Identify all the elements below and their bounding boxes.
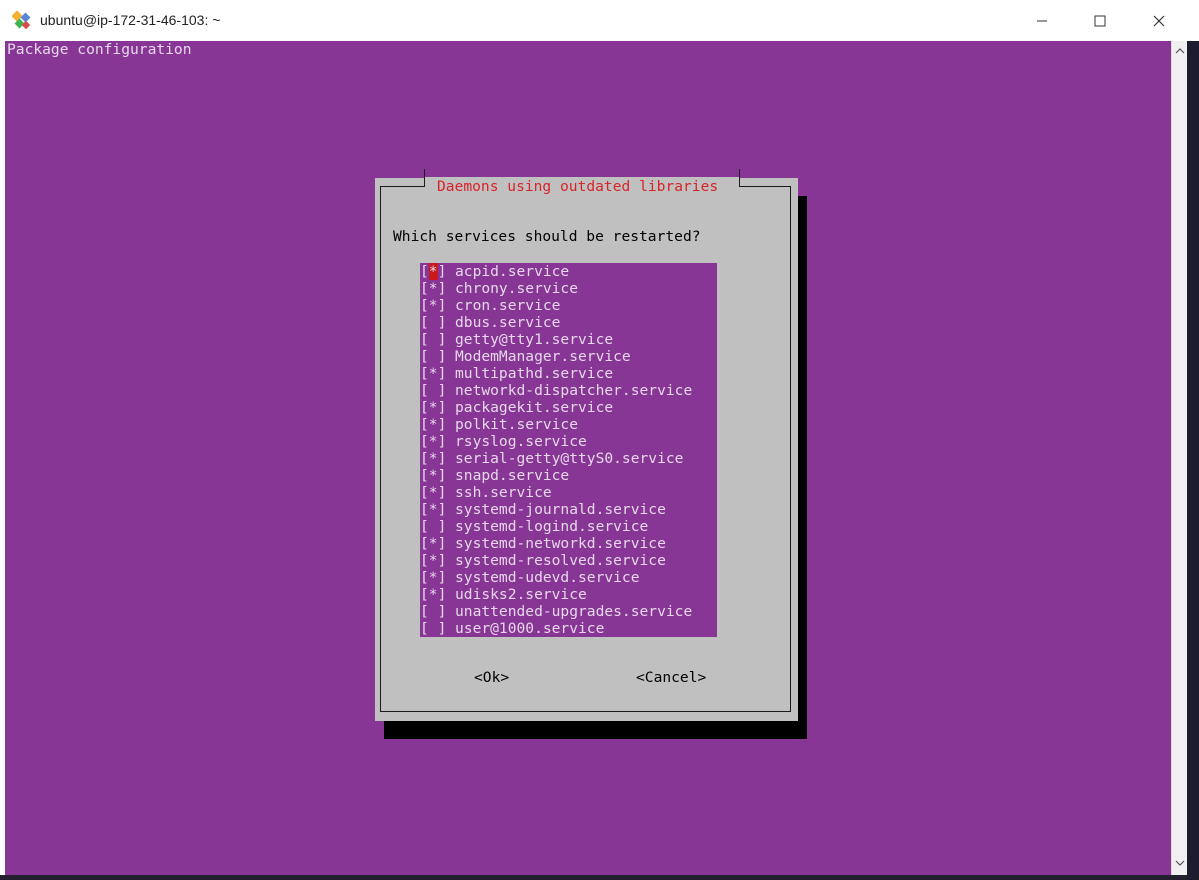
service-checkbox[interactable]: [*]: [420, 484, 446, 501]
service-row[interactable]: [ ] networkd-dispatcher.service: [420, 382, 692, 399]
service-row[interactable]: [*] snapd.service: [420, 467, 569, 484]
service-row[interactable]: [ ] user@1000.service: [420, 620, 604, 637]
service-row[interactable]: [*] systemd-journald.service: [420, 501, 666, 518]
service-name: systemd-journald.service: [455, 501, 666, 518]
service-checkbox[interactable]: [ ]: [420, 620, 446, 637]
service-name: multipathd.service: [455, 365, 614, 382]
service-name: ssh.service: [455, 484, 552, 501]
service-row[interactable]: [*] systemd-networkd.service: [420, 535, 666, 552]
service-row[interactable]: [ ] ModemManager.service: [420, 348, 631, 365]
dialog-question: Which services should be restarted?: [393, 228, 701, 245]
service-name: packagekit.service: [455, 399, 614, 416]
service-checkbox[interactable]: [*]: [420, 467, 446, 484]
service-checkbox[interactable]: [*]: [420, 552, 446, 569]
service-checkbox[interactable]: [*]: [420, 586, 446, 603]
service-checkbox[interactable]: [*]: [420, 535, 446, 552]
service-name: getty@tty1.service: [455, 331, 614, 348]
service-checkbox[interactable]: [ ]: [420, 314, 446, 331]
service-checkbox[interactable]: [*]: [420, 399, 446, 416]
service-row[interactable]: [ ] systemd-logind.service: [420, 518, 648, 535]
service-checkbox[interactable]: [*]: [420, 569, 446, 586]
title-bar[interactable]: ubuntu@ip-172-31-46-103: ~: [0, 0, 1199, 41]
service-row[interactable]: [ ] unattended-upgrades.service: [420, 603, 692, 620]
service-row[interactable]: [*] ssh.service: [420, 484, 552, 501]
service-checkbox[interactable]: [*]: [420, 501, 446, 518]
service-name: dbus.service: [455, 314, 561, 331]
desktop-edge-right: [1187, 41, 1199, 880]
desktop-edge-bottom: [0, 875, 1187, 880]
service-checkbox[interactable]: [ ]: [420, 382, 446, 399]
service-name: systemd-logind.service: [455, 518, 649, 535]
service-name: snapd.service: [455, 467, 570, 484]
service-checkbox[interactable]: [*]: [420, 263, 446, 280]
service-row[interactable]: [*] cron.service: [420, 297, 560, 314]
service-checkbox[interactable]: [*]: [420, 297, 446, 314]
close-icon: [1153, 15, 1165, 26]
service-checkbox[interactable]: [ ]: [420, 603, 446, 620]
service-name: chrony.service: [455, 280, 579, 297]
putty-icon[interactable]: [12, 11, 34, 31]
cursor-highlight: *: [428, 263, 438, 280]
service-checkbox[interactable]: [ ]: [420, 331, 446, 348]
service-row[interactable]: [*] multipathd.service: [420, 365, 613, 382]
service-name: systemd-networkd.service: [455, 535, 666, 552]
service-checkbox[interactable]: [*]: [420, 365, 446, 382]
service-row[interactable]: [*] serial-getty@ttyS0.service: [420, 450, 683, 467]
minimize-icon: [1037, 20, 1047, 21]
package-configuration-header: Package configuration: [7, 41, 192, 58]
service-name: serial-getty@ttyS0.service: [455, 450, 684, 467]
services-checklist[interactable]: [*] acpid.service [*] chrony.service [*] cron…: [420, 263, 717, 637]
service-name: ModemManager.service: [455, 348, 631, 365]
scroll-down-icon[interactable]: [1175, 859, 1185, 867]
service-name: cron.service: [455, 297, 561, 314]
close-button[interactable]: [1136, 0, 1182, 41]
restart-services-dialog: Daemons using outdated libraries Which s…: [375, 169, 798, 721]
service-row[interactable]: [ ] dbus.service: [420, 314, 560, 331]
service-checkbox[interactable]: [ ]: [420, 518, 446, 535]
service-name: unattended-upgrades.service: [455, 603, 693, 620]
service-row[interactable]: [*] systemd-udevd.service: [420, 569, 640, 586]
service-name: networkd-dispatcher.service: [455, 382, 693, 399]
service-checkbox[interactable]: [ ]: [420, 348, 446, 365]
service-checkbox[interactable]: [*]: [420, 416, 446, 433]
cancel-button[interactable]: <Cancel>: [636, 669, 706, 686]
service-checkbox[interactable]: [*]: [420, 433, 446, 450]
window-title: ubuntu@ip-172-31-46-103: ~: [40, 12, 221, 28]
service-row[interactable]: [*] acpid.service: [420, 263, 569, 280]
maximize-button[interactable]: [1077, 0, 1123, 41]
service-name: rsyslog.service: [455, 433, 587, 450]
service-name: acpid.service: [455, 263, 570, 280]
service-row[interactable]: [*] packagekit.service: [420, 399, 613, 416]
service-row[interactable]: [*] rsyslog.service: [420, 433, 587, 450]
service-name: udisks2.service: [455, 586, 587, 603]
service-name: systemd-udevd.service: [455, 569, 640, 586]
service-checkbox[interactable]: [*]: [420, 450, 446, 467]
vertical-scrollbar[interactable]: [1171, 41, 1188, 875]
service-name: systemd-resolved.service: [455, 552, 666, 569]
service-row[interactable]: [*] systemd-resolved.service: [420, 552, 666, 569]
service-name: polkit.service: [455, 416, 579, 433]
ok-button[interactable]: <Ok>: [474, 669, 509, 686]
service-row[interactable]: [*] chrony.service: [420, 280, 578, 297]
service-checkbox[interactable]: [*]: [420, 280, 446, 297]
service-row[interactable]: [ ] getty@tty1.service: [420, 331, 613, 348]
terminal-area[interactable]: Package configuration Daemons using outd…: [5, 41, 1171, 875]
scroll-up-icon[interactable]: [1175, 47, 1185, 55]
service-row[interactable]: [*] polkit.service: [420, 416, 578, 433]
service-name: user@1000.service: [455, 620, 605, 637]
service-row[interactable]: [*] udisks2.service: [420, 586, 587, 603]
maximize-icon: [1094, 15, 1106, 26]
minimize-button[interactable]: [1019, 0, 1065, 41]
putty-window: ubuntu@ip-172-31-46-103: ~ Package confi…: [0, 0, 1199, 880]
dialog-title: Daemons using outdated libraries: [437, 178, 719, 195]
